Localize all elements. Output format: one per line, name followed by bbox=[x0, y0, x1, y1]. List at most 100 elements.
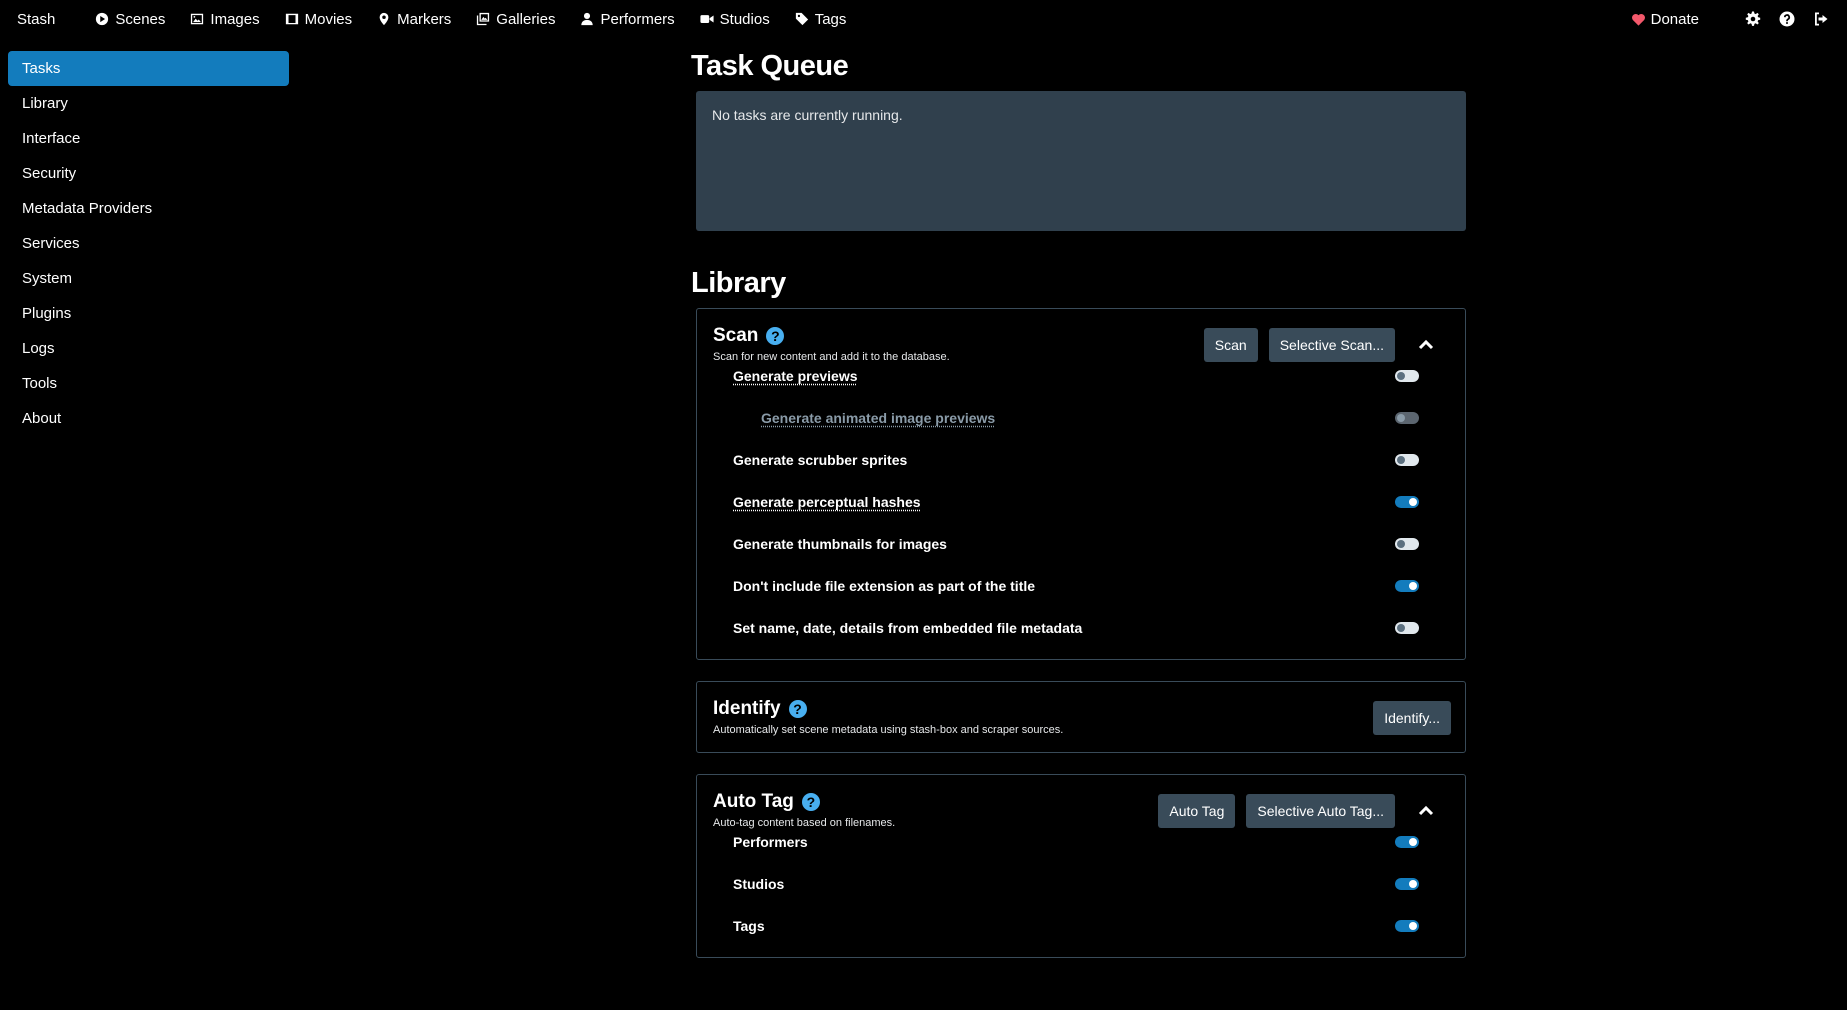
top-navbar: Stash Scenes Images Movies Markers Galle… bbox=[0, 0, 1847, 38]
nav-label: Markers bbox=[397, 10, 452, 28]
option-row: Set name, date, details from embedded fi… bbox=[713, 607, 1449, 649]
identify-title: Identify bbox=[713, 698, 781, 719]
sidebar-item-tools[interactable]: Tools bbox=[8, 366, 289, 401]
option-label: Generate thumbnails for images bbox=[733, 536, 947, 552]
scan-button[interactable]: Scan bbox=[1203, 328, 1258, 362]
nav-label: Galleries bbox=[496, 10, 556, 28]
logout-button[interactable] bbox=[1813, 11, 1829, 27]
option-label: Performers bbox=[733, 834, 808, 850]
sidebar-item-interface[interactable]: Interface bbox=[8, 121, 289, 156]
nav-scenes[interactable]: Scenes bbox=[95, 11, 165, 28]
identify-title-row: Identify ? bbox=[713, 698, 1063, 720]
scan-card: Scan ? Scan for new content and add it t… bbox=[696, 308, 1466, 660]
scan-subtitle: Scan for new content and add it to the d… bbox=[713, 351, 950, 363]
nav-right-group: Donate bbox=[1631, 0, 1829, 38]
auto-tag-title: Auto Tag bbox=[713, 791, 794, 812]
option-row: Generate animated image previews bbox=[713, 397, 1449, 439]
identify-actions: Identify... bbox=[1362, 701, 1451, 735]
sidebar-item-services[interactable]: Services bbox=[8, 226, 289, 261]
nav-label: Images bbox=[210, 10, 260, 28]
auto-tag-tags-toggle[interactable] bbox=[1395, 920, 1419, 932]
generate-previews-toggle[interactable] bbox=[1395, 370, 1419, 382]
selective-auto-tag-button[interactable]: Selective Auto Tag... bbox=[1246, 794, 1395, 828]
library-title: Library bbox=[691, 267, 786, 299]
task-queue-message: No tasks are currently running. bbox=[712, 107, 903, 123]
selective-scan-button[interactable]: Selective Scan... bbox=[1268, 328, 1395, 362]
sidebar-item-metadata-providers[interactable]: Metadata Providers bbox=[8, 191, 289, 226]
animated-previews-toggle bbox=[1395, 412, 1419, 424]
scrubber-sprites-toggle[interactable] bbox=[1395, 454, 1419, 466]
help-icon[interactable]: ? bbox=[766, 327, 785, 345]
image-icon bbox=[191, 13, 204, 25]
main-content: Task Queue No tasks are currently runnin… bbox=[691, 50, 1466, 979]
play-circle-icon bbox=[96, 12, 109, 26]
sidebar-item-plugins[interactable]: Plugins bbox=[8, 296, 289, 331]
sidebar-item-security[interactable]: Security bbox=[8, 156, 289, 191]
sign-out-icon bbox=[1815, 12, 1828, 26]
scan-title: Scan bbox=[713, 325, 759, 346]
auto-tag-subtitle: Auto-tag content based on filenames. bbox=[713, 817, 896, 829]
sidebar-item-library[interactable]: Library bbox=[8, 86, 289, 121]
help-icon[interactable]: ? bbox=[801, 793, 820, 811]
help-button[interactable] bbox=[1779, 11, 1795, 27]
identify-card-header: Identify ? Automatically set scene metad… bbox=[713, 698, 1451, 736]
strip-extension-toggle[interactable] bbox=[1395, 580, 1419, 592]
auto-tag-options: Performers Studios Tags bbox=[713, 821, 1449, 947]
nav-performers[interactable]: Performers bbox=[580, 10, 675, 28]
auto-tag-card: Auto Tag ? Auto-tag content based on fil… bbox=[696, 774, 1466, 958]
heart-icon bbox=[1631, 13, 1645, 26]
task-queue-panel: No tasks are currently running. bbox=[696, 91, 1466, 231]
donate-label: Donate bbox=[1650, 10, 1699, 28]
embedded-metadata-toggle[interactable] bbox=[1395, 622, 1419, 634]
option-row: Generate perceptual hashes bbox=[713, 481, 1449, 523]
user-icon bbox=[581, 12, 594, 26]
auto-tag-button[interactable]: Auto Tag bbox=[1158, 794, 1236, 828]
nav-markers[interactable]: Markers bbox=[377, 11, 451, 28]
task-queue-title: Task Queue bbox=[691, 50, 849, 82]
nav-label: Scenes bbox=[115, 10, 166, 28]
collapse-button[interactable] bbox=[1417, 336, 1435, 354]
auto-tag-studios-toggle[interactable] bbox=[1395, 878, 1419, 890]
nav-galleries[interactable]: Galleries bbox=[476, 11, 555, 28]
image-thumbnails-toggle[interactable] bbox=[1395, 538, 1419, 550]
auto-tag-performers-toggle[interactable] bbox=[1395, 836, 1419, 848]
option-label: Don't include file extension as part of … bbox=[733, 578, 1036, 594]
option-row: Tags bbox=[713, 905, 1449, 947]
nav-label: Performers bbox=[600, 10, 675, 28]
scan-title-row: Scan ? bbox=[713, 325, 950, 347]
nav-movies[interactable]: Movies bbox=[285, 11, 352, 28]
option-label: Set name, date, details from embedded fi… bbox=[733, 620, 1083, 636]
option-label: Generate previews bbox=[733, 368, 858, 384]
identify-heading: Identify ? Automatically set scene metad… bbox=[713, 698, 1063, 736]
nav-studios[interactable]: Studios bbox=[700, 11, 770, 28]
sidebar-item-system[interactable]: System bbox=[8, 261, 289, 296]
option-label: Generate perceptual hashes bbox=[733, 494, 921, 510]
nav-images[interactable]: Images bbox=[190, 10, 260, 28]
scan-actions: Scan Selective Scan... bbox=[1193, 328, 1449, 362]
scan-options: Generate previews Generate animated imag… bbox=[713, 355, 1449, 649]
settings-button[interactable] bbox=[1745, 11, 1761, 27]
option-row: Don't include file extension as part of … bbox=[713, 565, 1449, 607]
video-camera-icon bbox=[700, 15, 714, 23]
help-icon[interactable]: ? bbox=[788, 700, 807, 718]
sidebar-item-logs[interactable]: Logs bbox=[8, 331, 289, 366]
tag-icon bbox=[795, 12, 808, 26]
auto-tag-heading: Auto Tag ? Auto-tag content based on fil… bbox=[713, 791, 895, 829]
nav-label: Tags bbox=[814, 10, 847, 28]
identify-button[interactable]: Identify... bbox=[1373, 701, 1451, 735]
auto-tag-actions: Auto Tag Selective Auto Tag... bbox=[1147, 794, 1449, 828]
collapse-button[interactable] bbox=[1417, 802, 1435, 820]
nav-tags[interactable]: Tags bbox=[795, 10, 847, 28]
sidebar-item-about[interactable]: About bbox=[8, 401, 289, 436]
donate-link[interactable]: Donate bbox=[1631, 11, 1699, 28]
option-row: Generate thumbnails for images bbox=[713, 523, 1449, 565]
sidebar-item-tasks[interactable]: Tasks bbox=[8, 51, 289, 86]
auto-tag-title-row: Auto Tag ? bbox=[713, 791, 895, 813]
images-icon bbox=[477, 12, 490, 26]
option-label: Tags bbox=[733, 918, 765, 934]
perceptual-hashes-toggle[interactable] bbox=[1395, 496, 1419, 508]
question-circle-icon bbox=[1779, 11, 1795, 27]
chevron-up-icon bbox=[1418, 339, 1434, 350]
map-marker-icon bbox=[379, 12, 389, 26]
brand-link[interactable]: Stash bbox=[17, 11, 55, 28]
